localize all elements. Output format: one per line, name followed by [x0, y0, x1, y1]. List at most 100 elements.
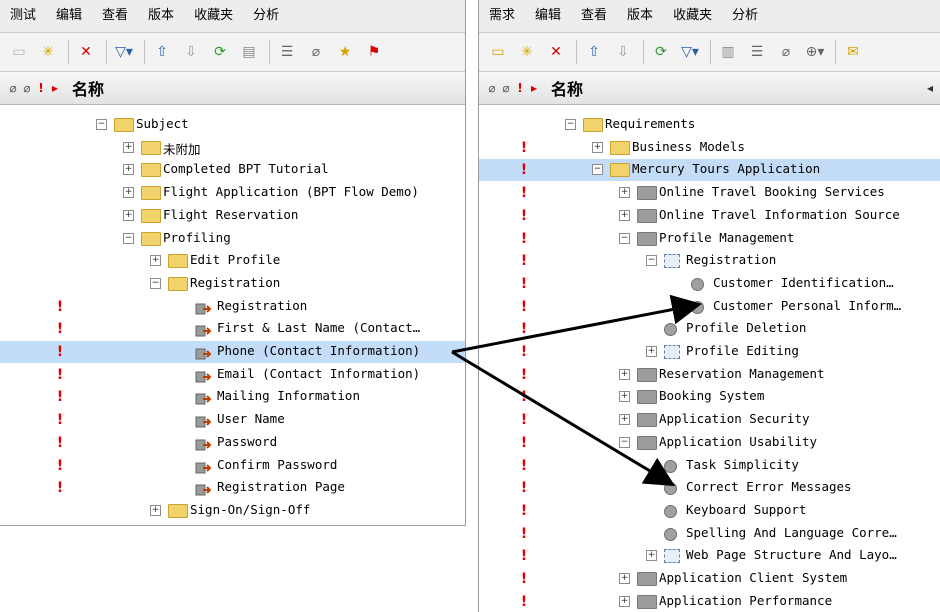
- delete-icon[interactable]: ✕: [73, 39, 99, 65]
- tree-row[interactable]: + Edit Profile: [0, 250, 465, 272]
- alert-flag-icon[interactable]: !: [55, 364, 65, 386]
- tree-row[interactable]: ! + Application Security: [479, 409, 940, 431]
- favorite-icon[interactable]: ★: [332, 39, 358, 65]
- filter-icon[interactable]: ▽▾: [677, 39, 703, 65]
- tree-row[interactable]: ! Registration Page: [0, 477, 465, 499]
- expand-icon[interactable]: +: [619, 209, 630, 221]
- tree-row[interactable]: ! + Online Travel Information Source: [479, 205, 940, 227]
- alert-flag-icon[interactable]: !: [55, 455, 65, 477]
- menu-view[interactable]: 查看: [92, 4, 138, 28]
- menu-version[interactable]: 版本: [617, 4, 663, 28]
- priority-column-icon[interactable]: !: [513, 81, 527, 95]
- link-column-icon[interactable]: ⌀: [20, 81, 34, 95]
- flag-column-icon[interactable]: ▸: [48, 81, 62, 95]
- menu-edit[interactable]: 编辑: [525, 4, 571, 28]
- alert-flag-icon[interactable]: !: [519, 182, 529, 204]
- alert-flag-icon[interactable]: !: [519, 228, 529, 250]
- alert-flag-icon[interactable]: !: [55, 432, 65, 454]
- new-requirement-icon[interactable]: ✳: [514, 39, 540, 65]
- priority-column-icon[interactable]: !: [34, 81, 48, 95]
- tree-row[interactable]: ! + Business Models: [479, 137, 940, 159]
- attachment-icon[interactable]: ⌀: [773, 39, 799, 65]
- tree-row[interactable]: ! Registration: [0, 296, 465, 318]
- menu-requirements[interactable]: 需求: [479, 4, 525, 28]
- tree-row[interactable]: ! Profile Deletion: [479, 318, 940, 340]
- menu-analysis[interactable]: 分析: [722, 4, 768, 28]
- alert-flag-icon[interactable]: !: [519, 455, 529, 477]
- alert-flag-icon[interactable]: !: [55, 477, 65, 499]
- tree-row[interactable]: ! + Web Page Structure And Layo…: [479, 545, 940, 567]
- expand-icon[interactable]: +: [619, 595, 630, 607]
- collapse-icon[interactable]: −: [619, 436, 630, 448]
- menu-favorites[interactable]: 收藏夹: [184, 4, 243, 28]
- alert-flag-icon[interactable]: !: [55, 386, 65, 408]
- name-column-label[interactable]: 名称: [551, 76, 583, 100]
- flag-icon[interactable]: ⚑: [361, 39, 387, 65]
- collapse-icon[interactable]: −: [646, 255, 657, 267]
- comments-icon[interactable]: ☰: [744, 39, 770, 65]
- alert-flag-icon[interactable]: !: [519, 205, 529, 227]
- expand-icon[interactable]: +: [150, 255, 161, 267]
- expand-icon[interactable]: +: [123, 209, 134, 221]
- tree-row[interactable]: ! Mailing Information: [0, 386, 465, 408]
- alert-flag-icon[interactable]: !: [519, 318, 529, 340]
- tree-row[interactable]: ! User Name: [0, 409, 465, 431]
- expand-icon[interactable]: +: [619, 368, 630, 380]
- alert-flag-icon[interactable]: !: [519, 591, 529, 612]
- alert-flag-icon[interactable]: !: [519, 500, 529, 522]
- comments-icon[interactable]: ☰: [274, 39, 300, 65]
- alert-flag-icon[interactable]: !: [519, 364, 529, 386]
- tree-row[interactable]: ! − Registration: [479, 250, 940, 272]
- alert-flag-icon[interactable]: !: [519, 432, 529, 454]
- expand-icon[interactable]: +: [123, 164, 134, 176]
- refresh-icon[interactable]: ⟳: [207, 39, 233, 65]
- tree-row[interactable]: + Flight Application (BPT Flow Demo): [0, 182, 465, 204]
- tree-row[interactable]: − Registration: [0, 273, 465, 295]
- menu-analysis[interactable]: 分析: [243, 4, 289, 28]
- zoom-icon[interactable]: ⊕▾: [802, 39, 828, 65]
- alert-flag-icon[interactable]: !: [55, 341, 65, 363]
- columns-icon[interactable]: ▥: [715, 39, 741, 65]
- link-column-icon[interactable]: ⌀: [499, 81, 513, 95]
- tree-row[interactable]: ! Customer Identification…: [479, 273, 940, 295]
- tree-row[interactable]: ! Task Simplicity: [479, 455, 940, 477]
- alert-flag-icon[interactable]: !: [519, 523, 529, 545]
- tree-row[interactable]: ! + Online Travel Booking Services: [479, 182, 940, 204]
- download-icon[interactable]: ⇩: [610, 39, 636, 65]
- mail-icon[interactable]: ✉: [840, 39, 866, 65]
- attachment-icon[interactable]: ⌀: [303, 39, 329, 65]
- alert-flag-icon[interactable]: !: [519, 159, 529, 181]
- refresh-icon[interactable]: ⟳: [648, 39, 674, 65]
- tree-row[interactable]: + Sign-On/Sign-Off: [0, 500, 465, 522]
- tree-row[interactable]: − Subject: [0, 114, 465, 136]
- alert-flag-icon[interactable]: !: [519, 273, 529, 295]
- upload-icon[interactable]: ⇧: [149, 39, 175, 65]
- delete-icon[interactable]: ✕: [543, 39, 569, 65]
- filter-icon[interactable]: ▽▾: [111, 39, 137, 65]
- alert-flag-icon[interactable]: !: [55, 409, 65, 431]
- flag-column-icon[interactable]: ▸: [527, 81, 541, 95]
- expand-icon[interactable]: +: [619, 391, 630, 403]
- alert-flag-icon[interactable]: !: [519, 477, 529, 499]
- new-test-icon[interactable]: ✳: [35, 39, 61, 65]
- tree-row[interactable]: ! Email (Contact Information): [0, 364, 465, 386]
- tree-row[interactable]: − Requirements: [479, 114, 940, 136]
- tree-row[interactable]: ! Password: [0, 432, 465, 454]
- collapse-icon[interactable]: −: [96, 119, 107, 130]
- upload-icon[interactable]: ⇧: [581, 39, 607, 65]
- collapse-icon[interactable]: −: [150, 277, 161, 289]
- new-folder-icon[interactable]: ▭: [485, 39, 511, 65]
- menu-view[interactable]: 查看: [571, 4, 617, 28]
- tree-row[interactable]: + Completed BPT Tutorial: [0, 159, 465, 181]
- expand-icon[interactable]: +: [592, 141, 603, 153]
- name-column-label[interactable]: 名称: [72, 76, 104, 100]
- alert-flag-icon[interactable]: !: [519, 137, 529, 159]
- collapse-icon[interactable]: −: [123, 232, 134, 244]
- attachment-column-icon[interactable]: ⌀: [6, 81, 20, 95]
- tree-row[interactable]: ! + Application Client System: [479, 568, 940, 590]
- tree-row[interactable]: + Flight Reservation: [0, 205, 465, 227]
- alert-flag-icon[interactable]: !: [519, 568, 529, 590]
- menu-test[interactable]: 测试: [0, 4, 46, 28]
- tree-row[interactable]: ! − Profile Management: [479, 228, 940, 250]
- alert-flag-icon[interactable]: !: [55, 296, 65, 318]
